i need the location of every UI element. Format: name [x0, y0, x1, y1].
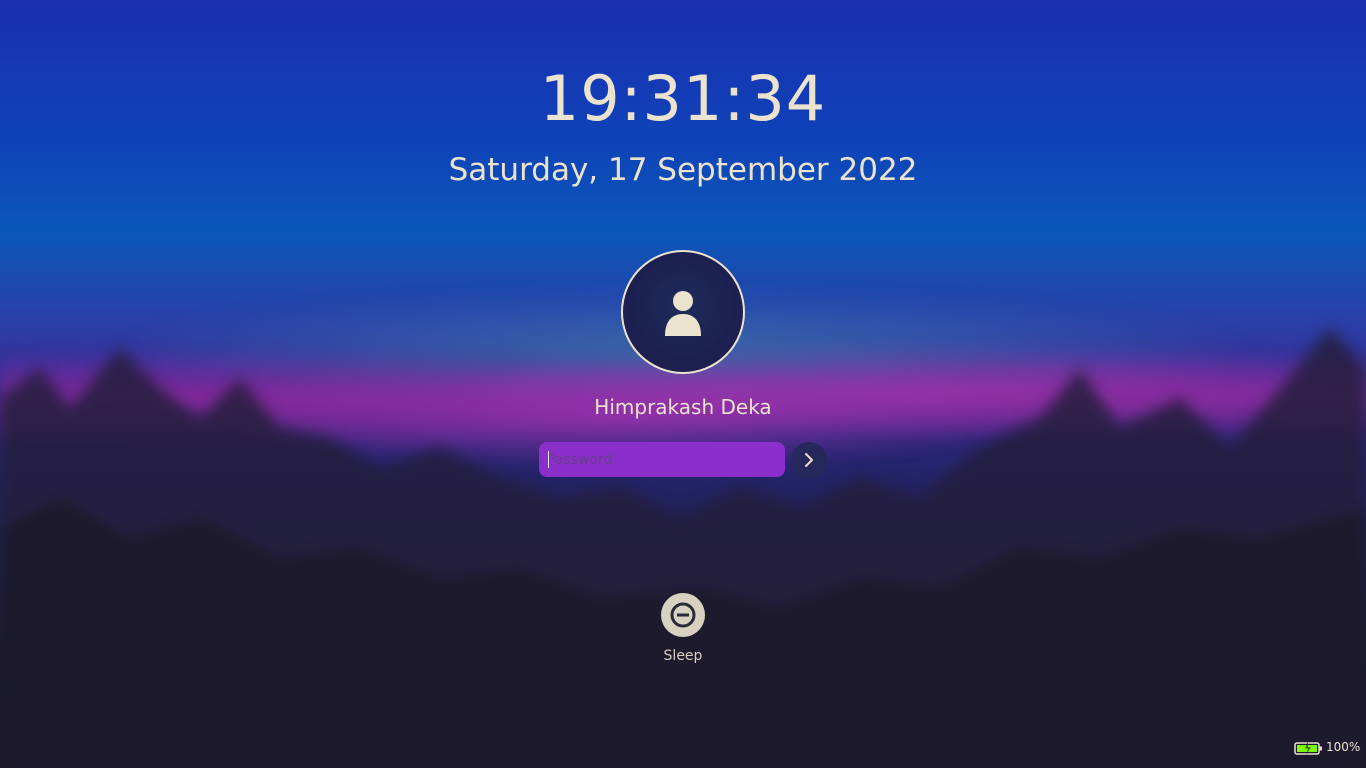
- user-icon: [665, 291, 701, 336]
- sleep-icon: [670, 602, 696, 628]
- sleep-button[interactable]: [661, 593, 705, 637]
- battery-percentage: 100%: [1326, 740, 1361, 754]
- sleep-label: Sleep: [663, 648, 703, 664]
- user-name: Himprakash Deka: [594, 395, 772, 419]
- background-forest: [0, 328, 1366, 768]
- password-input[interactable]: [539, 442, 785, 477]
- user-avatar: [621, 250, 745, 374]
- password-field[interactable]: [539, 442, 785, 477]
- text-caret: [548, 451, 549, 468]
- login-submit-button[interactable]: [791, 442, 827, 478]
- clock-time: 19:31:34: [539, 62, 827, 135]
- clock-date: Saturday, 17 September 2022: [448, 152, 918, 188]
- battery-icon: [1294, 741, 1322, 755]
- chevron-right-icon: [805, 453, 813, 467]
